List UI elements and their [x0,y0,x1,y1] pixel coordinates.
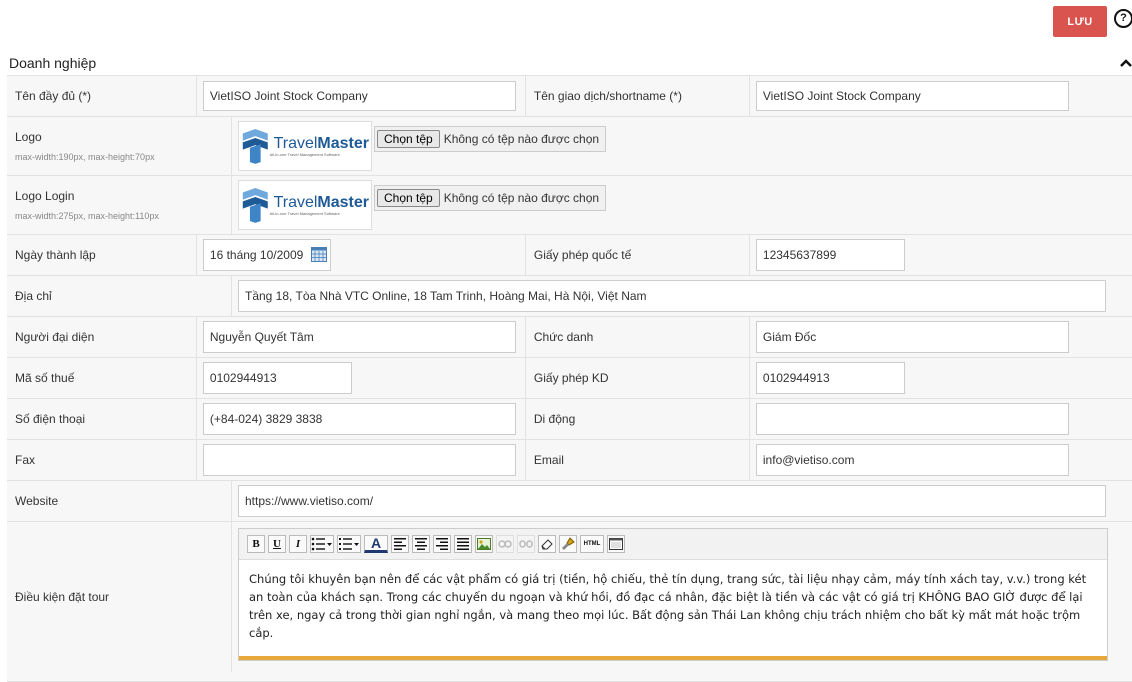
business-license-label: Giấy phép KD [526,358,750,398]
mobile-label: Di động [526,399,750,439]
representative-label: Người đại diện [7,317,197,357]
logo-login-label-cell: Logo Login max-width:275px, max-height:1… [7,176,232,234]
tax-code-input[interactable] [202,362,352,394]
rich-text-editor[interactable]: B U I A HTML Chúng tôi khuyên bạn nên để… [238,528,1108,661]
intl-license-input[interactable] [755,239,905,271]
bullet-list-icon[interactable] [310,535,334,553]
logo-choose-file-button[interactable]: Chọn tệp [377,130,440,148]
logo-login-file-status: Không có tệp nào được chọn [443,191,600,205]
tour-terms-content[interactable]: Chúng tôi khuyên bạn nên để các vật phẩm… [239,560,1107,656]
representative-input[interactable] [202,321,516,353]
logo-tagline: All-in-one Travel Management Software [269,151,340,157]
row-full-name: Tên đầy đủ (*) Tên giao dịch/shortname (… [7,76,1132,117]
section-title: Doanh nghiệp [9,55,97,71]
help-icon[interactable]: ? [1114,9,1132,28]
row-tax-code: Mã số thuế Giấy phép KD [7,358,1132,399]
italic-button[interactable]: I [289,535,307,553]
logo-login-label: Logo Login [15,189,75,203]
row-phone: Số điện thoại Di động [7,399,1132,440]
logo-mark-icon [242,129,268,164]
full-name-input[interactable] [202,81,516,111]
logo-login-brand: TravelMaster [273,193,369,211]
font-color-button[interactable]: A [364,535,388,553]
logo-login-hint: max-width:275px, max-height:110px [15,211,159,221]
align-justify-icon[interactable] [454,535,472,553]
chevron-up-icon[interactable] [1118,57,1132,69]
align-center-icon[interactable] [412,535,430,553]
link-icon[interactable] [496,535,514,553]
logo-login-file-input[interactable]: Chọn tệp Không có tệp nào được chọn [374,185,607,211]
row-address: Địa chỉ [7,276,1132,317]
row-logo: Logo max-width:190px, max-height:70px Tr… [7,117,1132,176]
business-license-input[interactable] [755,362,905,394]
calendar-icon[interactable] [310,247,327,262]
email-input[interactable] [755,444,1069,476]
logo-preview: TravelMaster All-in-one Travel Managemen… [238,121,372,171]
row-fax: Fax Email [7,440,1132,481]
logo-login-preview: TravelMaster All-in-one Travel Managemen… [238,180,372,230]
address-label: Địa chỉ [7,276,232,316]
fullscreen-icon[interactable] [607,535,625,553]
tour-terms-label: Điều kiện đặt tour [7,522,232,672]
save-button[interactable]: LƯU [1053,6,1107,37]
format-brush-icon[interactable] [559,535,577,553]
intl-license-label: Giấy phép quốc tế [526,235,750,275]
insert-image-icon[interactable] [475,535,493,553]
logo-file-input[interactable]: Chọn tệp Không có tệp nào được chọn [374,126,607,152]
fax-label: Fax [7,440,197,480]
row-founded: Ngày thành lập Giấy phép quốc tế [7,235,1132,276]
website-input[interactable] [238,485,1106,517]
mobile-input[interactable] [755,403,1069,435]
shortname-input[interactable] [755,81,1069,111]
row-logo-login: Logo Login max-width:275px, max-height:1… [7,176,1132,235]
underline-button[interactable]: U [268,535,286,553]
editor-toolbar: B U I A HTML [239,529,1107,560]
phone-label: Số điện thoại [7,399,197,439]
row-tour-terms: Điều kiện đặt tour B U I A HTML Chúng tô… [7,522,1132,682]
website-label: Website [7,481,232,521]
logo-login-mark-icon [242,188,268,223]
shortname-label: Tên giao dịch/shortname (*) [526,76,750,116]
logo-hint: max-width:190px, max-height:70px [15,152,155,162]
logo-login-tagline: All-in-one Travel Management Software [269,210,340,216]
address-input[interactable] [238,280,1106,312]
eraser-icon[interactable] [538,535,556,553]
full-name-label: Tên đầy đủ (*) [7,76,197,116]
logo-file-status: Không có tệp nào được chọn [443,132,600,146]
editor-status-bar [239,656,1107,660]
numbered-list-icon[interactable] [337,535,361,553]
email-label: Email [526,440,750,480]
phone-input[interactable] [202,403,516,435]
position-label: Chức danh [526,317,750,357]
tax-code-label: Mã số thuế [7,358,197,398]
align-right-icon[interactable] [433,535,451,553]
html-source-button[interactable]: HTML [580,535,604,553]
fax-input[interactable] [202,444,516,476]
bold-button[interactable]: B [247,535,265,553]
logo-label-cell: Logo max-width:190px, max-height:70px [7,117,232,175]
row-representative: Người đại diện Chức danh [7,317,1132,358]
align-left-icon[interactable] [391,535,409,553]
company-form: Tên đầy đủ (*) Tên giao dịch/shortname (… [7,75,1132,682]
logo-label: Logo [15,130,42,144]
logo-login-choose-file-button[interactable]: Chọn tệp [377,189,440,207]
unlink-icon[interactable] [517,535,535,553]
logo-brand: TravelMaster [273,134,369,152]
founded-label: Ngày thành lập [7,235,197,275]
row-website: Website [7,481,1132,522]
position-input[interactable] [755,321,1069,353]
